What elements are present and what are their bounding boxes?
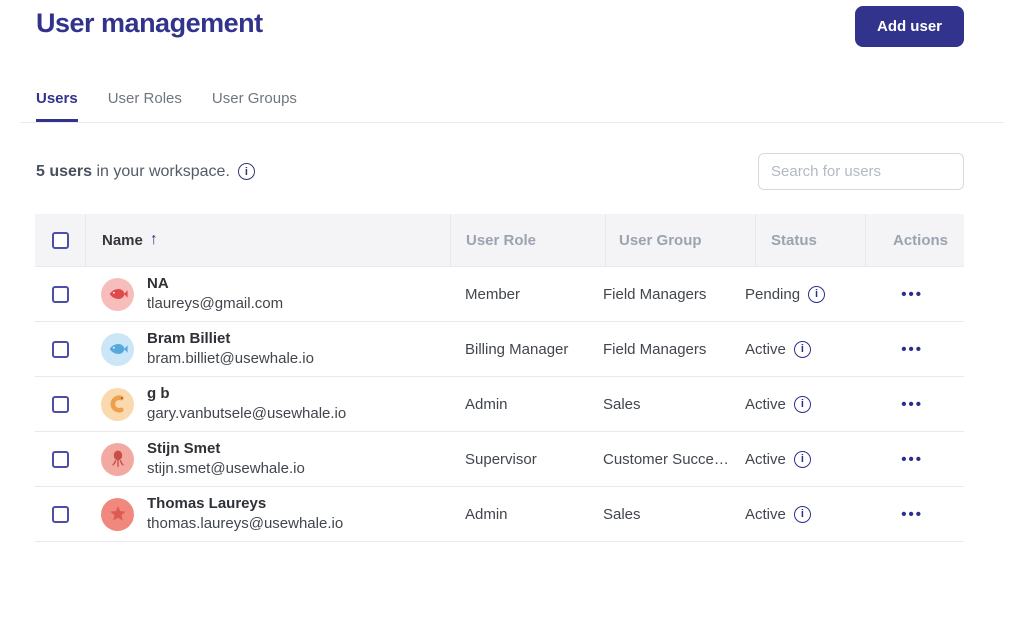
table-row: NA tlaureys@gmail.com Member Field Manag… — [35, 267, 964, 322]
actions-column-header: Actions — [865, 214, 964, 266]
status-text: Active — [745, 341, 786, 358]
user-role-column-header: User Role — [450, 214, 605, 266]
name-column-label: Name — [102, 232, 143, 249]
user-email: gary.vanbutsele@usewhale.io — [147, 404, 346, 424]
user-group-cell: Customer Succe… — [590, 451, 730, 468]
user-group-cell: Field Managers — [590, 341, 730, 358]
user-group-column-header: User Group — [605, 214, 755, 266]
status-text: Active — [745, 451, 786, 468]
avatar-fish-icon — [101, 333, 134, 366]
avatar-squid-icon — [101, 443, 134, 476]
row-actions-button[interactable]: ••• — [901, 341, 923, 358]
top-bar: User management Add user — [0, 0, 1024, 47]
user-group-cell: Field Managers — [590, 286, 730, 303]
status-column-header: Status — [755, 214, 865, 266]
status-info-icon[interactable]: i — [794, 506, 811, 523]
status-info-icon[interactable]: i — [808, 286, 825, 303]
avatar-shrimp-icon — [101, 388, 134, 421]
search-input[interactable] — [758, 153, 964, 190]
user-email: bram.billiet@usewhale.io — [147, 349, 314, 369]
name-column-header[interactable]: Name ↑ — [85, 214, 450, 266]
avatar-fish-icon — [101, 278, 134, 311]
user-role-cell: Member — [450, 286, 590, 303]
row-actions-button[interactable]: ••• — [901, 506, 923, 523]
summary-row: 5 users in your workspace. i — [0, 153, 1024, 190]
table-row: Stijn Smet stijn.smet@usewhale.io Superv… — [35, 432, 964, 487]
tab-users[interactable]: Users — [36, 84, 78, 122]
user-management-page: User management Add user Users User Role… — [0, 0, 1024, 620]
table-body: NA tlaureys@gmail.com Member Field Manag… — [35, 267, 964, 542]
info-icon[interactable]: i — [238, 163, 255, 180]
table-row: g b gary.vanbutsele@usewhale.io Admin Sa… — [35, 377, 964, 432]
status-text: Active — [745, 506, 786, 523]
row-actions-button[interactable]: ••• — [901, 286, 923, 303]
row-actions-button[interactable]: ••• — [901, 451, 923, 468]
status-info-icon[interactable]: i — [794, 451, 811, 468]
table-row: Thomas Laureys thomas.laureys@usewhale.i… — [35, 487, 964, 542]
table-row: Bram Billiet bram.billiet@usewhale.io Bi… — [35, 322, 964, 377]
user-name: Stijn Smet — [147, 439, 305, 459]
row-actions-button[interactable]: ••• — [901, 396, 923, 413]
user-role-cell: Billing Manager — [450, 341, 590, 358]
user-group-cell: Sales — [590, 506, 730, 523]
user-email: stijn.smet@usewhale.io — [147, 459, 305, 479]
table-header-row: Name ↑ User Role User Group Status Actio… — [35, 214, 964, 267]
user-name: NA — [147, 274, 283, 294]
user-role-cell: Admin — [450, 396, 590, 413]
tab-user-roles[interactable]: User Roles — [108, 84, 182, 122]
status-text: Pending — [745, 286, 800, 303]
select-all-checkbox[interactable] — [52, 232, 69, 249]
status-text: Active — [745, 396, 786, 413]
tab-bar: Users User Roles User Groups — [20, 84, 1004, 123]
users-table: Name ↑ User Role User Group Status Actio… — [35, 214, 964, 542]
page-title: User management — [36, 6, 263, 39]
user-group-cell: Sales — [590, 396, 730, 413]
user-name: Bram Billiet — [147, 329, 314, 349]
summary-text: in your workspace. — [97, 163, 230, 180]
user-email: thomas.laureys@usewhale.io — [147, 514, 343, 534]
row-checkbox[interactable] — [52, 396, 69, 413]
row-checkbox[interactable] — [52, 451, 69, 468]
status-info-icon[interactable]: i — [794, 396, 811, 413]
row-checkbox[interactable] — [52, 506, 69, 523]
tab-user-groups[interactable]: User Groups — [212, 84, 297, 122]
add-user-button[interactable]: Add user — [855, 6, 964, 47]
status-info-icon[interactable]: i — [794, 341, 811, 358]
row-checkbox[interactable] — [52, 341, 69, 358]
workspace-summary: 5 users in your workspace. i — [36, 163, 255, 181]
user-role-cell: Admin — [450, 506, 590, 523]
user-email: tlaureys@gmail.com — [147, 294, 283, 314]
sort-ascending-icon: ↑ — [150, 231, 158, 249]
user-name: g b — [147, 384, 346, 404]
user-role-cell: Supervisor — [450, 451, 590, 468]
user-count: 5 users — [36, 163, 92, 180]
avatar-starfish-icon — [101, 498, 134, 531]
user-name: Thomas Laureys — [147, 494, 343, 514]
row-checkbox[interactable] — [52, 286, 69, 303]
